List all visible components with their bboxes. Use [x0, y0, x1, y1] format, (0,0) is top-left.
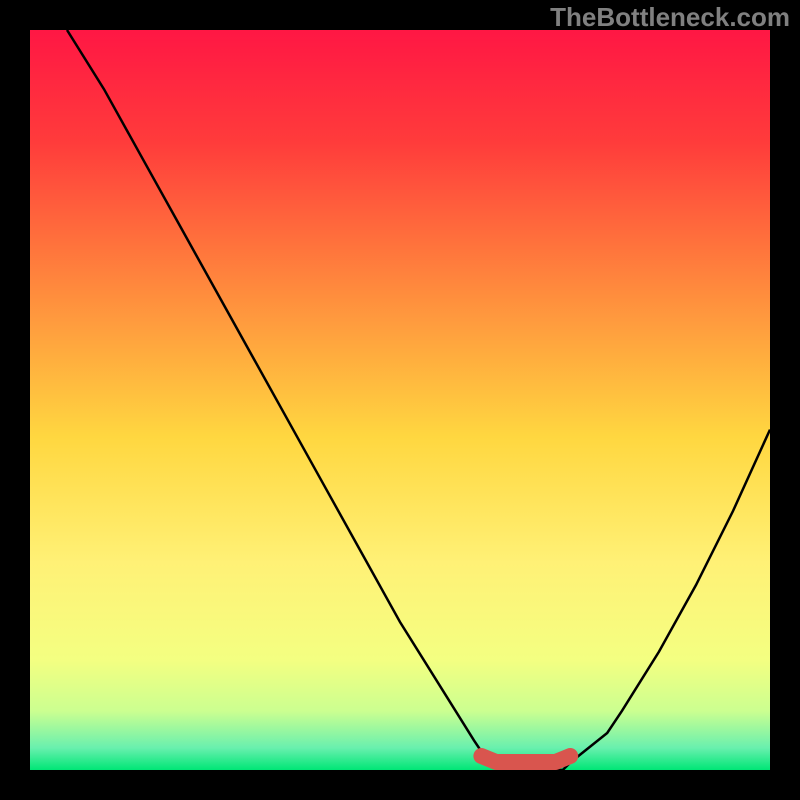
gradient-background: [30, 30, 770, 770]
chart-area: [30, 30, 770, 770]
bottleneck-chart: [30, 30, 770, 770]
optimal-region-marker: [481, 756, 570, 762]
watermark-text: TheBottleneck.com: [550, 2, 790, 33]
